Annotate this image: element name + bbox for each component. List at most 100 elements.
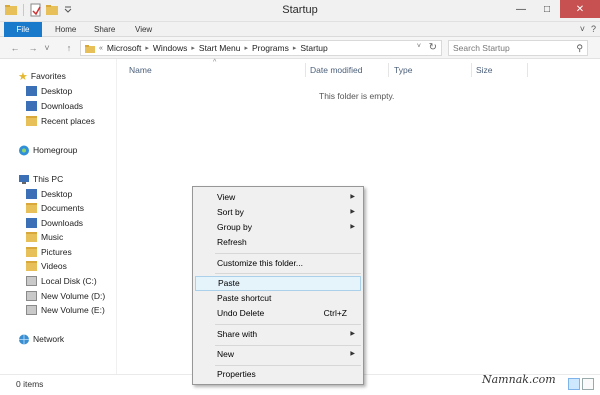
column-divider[interactable] [527, 63, 528, 77]
menu-item-label: Paste [218, 278, 240, 288]
nav-favorites[interactable]: ★ Favorites [18, 69, 66, 83]
drive-icon [26, 305, 37, 315]
nav-network[interactable]: Network [18, 332, 64, 346]
videos-icon [26, 261, 37, 271]
address-dropdown-icon[interactable]: ˅ [417, 43, 421, 50]
window-controls: — □ ✕ [508, 0, 600, 18]
title-bar: Startup — □ ✕ [0, 0, 600, 22]
downloads-icon [26, 218, 37, 228]
nav-item-recent-places[interactable]: Recent places [26, 114, 95, 128]
column-divider[interactable] [305, 63, 306, 77]
menu-item-new[interactable]: New ▶ [195, 347, 361, 362]
minimize-button[interactable]: — [508, 0, 534, 18]
nav-item-music[interactable]: Music [26, 230, 63, 244]
drive-icon [26, 291, 37, 301]
nav-label: Documents [41, 203, 84, 213]
tab-view[interactable]: View [127, 22, 160, 37]
column-header-date-modified[interactable]: Date modified [310, 65, 362, 75]
column-divider[interactable] [388, 63, 389, 77]
large-icons-view-button[interactable] [582, 378, 594, 390]
overflow-chevron-icon[interactable]: « [99, 45, 103, 52]
refresh-icon[interactable]: ↻ [429, 42, 437, 53]
nav-item-downloads[interactable]: Downloads [26, 216, 83, 230]
item-count: 0 items [16, 379, 44, 389]
menu-separator [215, 324, 361, 325]
nav-label: Downloads [41, 218, 84, 228]
menu-item-view[interactable]: View ▶ [195, 190, 361, 205]
nav-label: Network [33, 334, 65, 344]
help-button[interactable]: ? [591, 24, 596, 34]
music-icon [26, 232, 37, 242]
nav-item-desktop[interactable]: Desktop [26, 84, 72, 98]
nav-item-volume-e[interactable]: New Volume (E:) [26, 303, 105, 317]
menu-separator [215, 345, 361, 346]
breadcrumb-windows[interactable]: Windows [153, 43, 187, 53]
breadcrumb-programs[interactable]: Programs [252, 43, 289, 53]
desktop-icon [26, 86, 37, 96]
column-divider[interactable] [471, 63, 472, 77]
nav-label: Videos [41, 261, 67, 271]
documents-icon [26, 203, 37, 213]
column-header-type[interactable]: Type [394, 65, 412, 75]
nav-label: Recent places [41, 116, 95, 126]
nav-item-videos[interactable]: Videos [26, 259, 67, 273]
column-header-size[interactable]: Size [476, 65, 493, 75]
nav-label: Downloads [41, 101, 84, 111]
search-icon[interactable]: ⚲ [576, 41, 583, 55]
nav-item-downloads[interactable]: Downloads [26, 99, 83, 113]
menu-item-label: Properties [217, 369, 256, 379]
close-button[interactable]: ✕ [560, 0, 600, 18]
menu-item-label: Sort by [217, 207, 244, 217]
maximize-button[interactable]: □ [534, 0, 560, 18]
chevron-right-icon[interactable]: ▸ [191, 44, 195, 52]
chevron-right-icon[interactable]: ▸ [145, 44, 149, 52]
sort-indicator-icon: ^ [213, 59, 217, 66]
homegroup-icon [19, 145, 29, 155]
forward-button[interactable]: → [26, 41, 40, 55]
nav-this-pc[interactable]: This PC [18, 172, 63, 186]
nav-homegroup[interactable]: Homegroup [18, 143, 77, 157]
nav-label: Homegroup [33, 145, 78, 155]
desktop-icon [26, 189, 37, 199]
address-bar[interactable]: « Microsoft ▸ Windows ▸ Start Menu ▸ Pro… [80, 40, 442, 56]
nav-item-volume-d[interactable]: New Volume (D:) [26, 289, 105, 303]
menu-item-customize-folder[interactable]: Customize this folder... [195, 256, 361, 271]
submenu-arrow-icon: ▶ [350, 351, 355, 357]
breadcrumb-microsoft[interactable]: Microsoft [107, 43, 141, 53]
menu-separator [215, 273, 361, 274]
menu-item-label: Group by [217, 222, 252, 232]
computer-icon [19, 174, 29, 184]
search-input[interactable]: Search Startup ⚲ [448, 40, 588, 56]
menu-item-group-by[interactable]: Group by ▶ [195, 220, 361, 235]
menu-item-paste-shortcut[interactable]: Paste shortcut [195, 291, 361, 306]
menu-item-shortcut: Ctrl+Z [323, 308, 347, 318]
menu-item-undo-delete[interactable]: Undo Delete Ctrl+Z [195, 306, 361, 321]
nav-item-desktop[interactable]: Desktop [26, 187, 72, 201]
tab-share[interactable]: Share [86, 22, 123, 37]
menu-item-label: Paste shortcut [217, 293, 272, 303]
tab-file[interactable]: File [4, 22, 42, 37]
nav-label: Favorites [30, 71, 66, 81]
menu-item-properties[interactable]: Properties [195, 367, 361, 382]
recent-locations-button[interactable]: ˅ [42, 41, 52, 55]
details-view-button[interactable] [568, 378, 580, 390]
up-button[interactable]: ↑ [62, 41, 76, 55]
expand-ribbon-button[interactable]: ˅ [580, 24, 585, 34]
menu-item-sort-by[interactable]: Sort by ▶ [195, 205, 361, 220]
menu-item-refresh[interactable]: Refresh [195, 235, 361, 250]
downloads-icon [26, 101, 37, 111]
tab-home[interactable]: Home [47, 22, 84, 37]
chevron-right-icon[interactable]: ▸ [293, 44, 297, 52]
nav-item-local-disk-c[interactable]: Local Disk (C:) [26, 274, 97, 288]
nav-label: New Volume (E:) [41, 305, 105, 315]
nav-item-pictures[interactable]: Pictures [26, 245, 72, 259]
menu-item-paste[interactable]: Paste [195, 276, 361, 291]
breadcrumb-start-menu[interactable]: Start Menu [199, 43, 241, 53]
menu-item-share-with[interactable]: Share with ▶ [195, 327, 361, 342]
menu-item-label: New [217, 349, 235, 359]
chevron-right-icon[interactable]: ▸ [244, 44, 248, 52]
breadcrumb-startup[interactable]: Startup [300, 43, 327, 53]
column-header-name[interactable]: Name [129, 65, 152, 75]
nav-item-documents[interactable]: Documents [26, 201, 84, 215]
back-button[interactable]: ← [8, 41, 22, 55]
